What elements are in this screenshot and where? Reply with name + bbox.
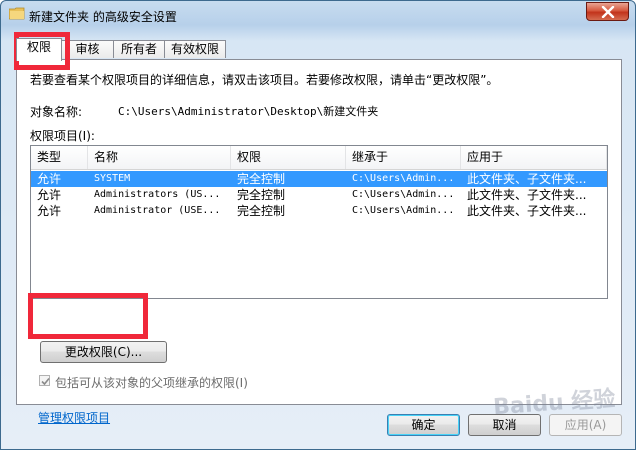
object-name-value: C:\Users\Administrator\Desktop\新建文件夹 [118,105,379,118]
object-name-label: 对象名称: [30,105,83,119]
permission-entries-list[interactable]: 类型 名称 权限 继承于 应用于 允许 SYSTEM 完全控制 C:\Users… [30,145,608,299]
permissions-panel: 若要查看某个权限项目的详细信息，请双击该项目。若要修改权限，请单击“更改权限”。… [16,59,622,425]
checkmark-icon [41,377,50,386]
folder-icon [9,7,25,20]
cell-permission: 完全控制 [237,188,286,202]
info-text: 若要查看某个权限项目的详细信息，请双击该项目。若要修改权限，请单击“更改权限”。 [30,73,499,87]
apply-button[interactable]: 应用(A) [549,414,622,436]
cell-permission: 完全控制 [237,172,286,186]
permission-entries-label: 权限项目(I): [30,129,95,143]
manage-permission-entries-link[interactable]: 管理权限项目 [38,409,110,426]
close-icon [601,6,615,18]
window-title: 新建文件夹 的高级安全设置 [29,10,177,24]
close-button[interactable] [586,2,629,21]
cell-inherited-from: C:\Users\Admin... [352,173,455,184]
dialog-window: 新建文件夹 的高级安全设置 权限 审核 所有者 有效权限 若要查看某个权限项目的… [0,0,636,450]
inherit-checkbox[interactable] [39,375,50,386]
column-header-permission[interactable]: 权限 [231,146,346,169]
column-header-type[interactable]: 类型 [31,146,88,169]
tab-auditing[interactable]: 审核 [61,40,114,58]
cell-inherited-from: C:\Users\Admin... [352,189,455,200]
change-permissions-button[interactable]: 更改权限(C)... [40,341,167,363]
tab-effective-permissions[interactable]: 有效权限 [164,40,226,58]
cell-inherited-from: C:\Users\Admin... [352,205,455,216]
title-bar[interactable]: 新建文件夹 的高级安全设置 [1,1,635,31]
dialog-client: 权限 审核 所有者 有效权限 若要查看某个权限项目的详细信息，请双击该项目。若要… [8,32,628,444]
cell-type: 允许 [37,188,62,202]
table-row[interactable]: 允许 Administrators (US... 完全控制 C:\Users\A… [31,187,607,203]
column-header-applies-to[interactable]: 应用于 [461,146,607,169]
table-row[interactable]: 允许 Administrator (USE... 完全控制 C:\Users\A… [31,203,607,219]
list-header: 类型 名称 权限 继承于 应用于 [31,146,607,170]
column-header-name[interactable]: 名称 [88,146,231,169]
cell-applies-to: 此文件夹、子文件夹... [467,188,587,202]
ok-button[interactable]: 确定 [387,414,460,436]
tab-permissions[interactable]: 权限 [16,38,62,61]
cell-name: Administrator (USE... [94,205,221,216]
cell-name: Administrators (US... [94,189,221,200]
cell-applies-to: 此文件夹、子文件夹... [467,172,587,186]
cell-applies-to: 此文件夹、子文件夹... [467,204,587,218]
cell-name: SYSTEM [94,173,131,184]
column-header-inherited-from[interactable]: 继承于 [346,146,461,169]
table-row[interactable]: 允许 SYSTEM 完全控制 C:\Users\Admin... 此文件夹、子文… [31,171,607,187]
cell-permission: 完全控制 [237,204,286,218]
cell-type: 允许 [37,172,62,186]
tab-owner[interactable]: 所有者 [113,40,165,58]
inherit-checkbox-label: 包括可从该对象的父项继承的权限(I) [55,376,248,390]
cell-type: 允许 [37,204,62,218]
